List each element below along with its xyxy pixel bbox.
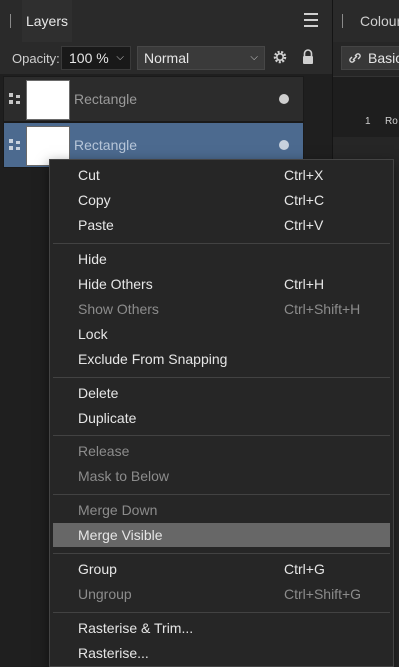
tab-layers-label: Layers — [25, 13, 69, 29]
menu-label: Show Others — [78, 301, 159, 317]
menu-separator — [53, 494, 390, 495]
lock-icon[interactable] — [301, 49, 315, 65]
menu-label: Mask to Below — [78, 468, 170, 484]
menu-item-ungroup: Ungroup Ctrl+Shift+G — [53, 582, 390, 606]
menu-shortcut: Ctrl+V — [284, 217, 324, 233]
basic-button[interactable]: Basic — [341, 46, 399, 70]
menu-item-paste[interactable]: Paste Ctrl+V — [53, 213, 390, 237]
basic-label: Basic — [368, 50, 399, 66]
menu-item-hide-others[interactable]: Hide Others Ctrl+H — [53, 272, 390, 296]
menu-item-duplicate[interactable]: Duplicate — [53, 406, 390, 430]
swatch-text: Ro — [385, 116, 398, 127]
layer-type-icon — [9, 139, 20, 150]
menu-label: Rasterise & Trim... — [78, 620, 194, 636]
panel-tab-bar: Layers Colour — [0, 0, 399, 43]
opacity-label: Opacity: — [12, 51, 60, 66]
menu-label: Rasterise... — [78, 645, 149, 661]
menu-item-rasterise[interactable]: Rasterise... — [53, 641, 390, 665]
menu-item-merge-down: Merge Down — [53, 498, 390, 522]
layers-toolbar: Opacity: 100 % ⌵ Normal ⌵ — [0, 42, 332, 74]
panel-divider — [332, 0, 333, 42]
tab-divider — [10, 14, 11, 28]
menu-item-delete[interactable]: Delete — [53, 381, 390, 405]
menu-label: Paste — [78, 217, 114, 233]
menu-label: Delete — [78, 385, 119, 401]
menu-label: Lock — [78, 326, 108, 342]
tab-colour[interactable]: Colour — [360, 13, 399, 29]
menu-label: Hide — [78, 251, 107, 267]
link-icon — [349, 53, 361, 63]
menu-shortcut: Ctrl+C — [284, 192, 325, 208]
menu-label: Group — [78, 561, 117, 577]
blend-mode-select[interactable]: Normal ⌵ — [137, 46, 265, 70]
menu-shortcut: Ctrl+H — [284, 276, 325, 292]
menu-shortcut: Ctrl+Shift+G — [284, 586, 362, 602]
context-menu: Cut Ctrl+X Copy Ctrl+C Paste Ctrl+V Hide Hi… — [49, 159, 394, 667]
menu-item-cut[interactable]: Cut Ctrl+X — [53, 163, 390, 187]
menu-label: Release — [78, 443, 130, 459]
menu-label: Ungroup — [78, 586, 132, 602]
menu-item-group[interactable]: Group Ctrl+G — [53, 557, 390, 581]
blend-mode-value: Normal — [144, 50, 190, 66]
menu-shortcut: Ctrl+X — [284, 167, 324, 183]
menu-item-release: Release — [53, 439, 390, 463]
menu-separator — [53, 377, 390, 378]
opacity-value: 100 % — [69, 50, 109, 66]
tab-layers[interactable]: Layers — [22, 0, 72, 42]
chevron-down-icon: ⌵ — [116, 52, 124, 63]
menu-shortcut: Ctrl+Shift+H — [284, 301, 361, 317]
menu-shortcut: Ctrl+G — [284, 561, 325, 577]
menu-label: Merge Down — [78, 502, 158, 518]
menu-item-show-others: Show Others Ctrl+Shift+H — [53, 297, 390, 321]
menu-item-merge-visible[interactable]: Merge Visible — [53, 523, 390, 547]
opacity-field[interactable]: 100 % ⌵ — [61, 46, 131, 70]
menu-item-exclude-snapping[interactable]: Exclude From Snapping — [53, 347, 390, 371]
menu-item-copy[interactable]: Copy Ctrl+C — [53, 188, 390, 212]
swatch-number: 1 — [365, 116, 371, 127]
menu-item-lock[interactable]: Lock — [53, 322, 390, 346]
layer-name: Rectangle — [74, 137, 138, 153]
gear-icon[interactable] — [272, 49, 288, 65]
layer-row[interactable]: Rectangle — [3, 76, 304, 122]
chevron-down-icon: ⌵ — [250, 52, 258, 63]
menu-label: Exclude From Snapping — [78, 351, 228, 367]
visibility-toggle[interactable] — [279, 140, 289, 150]
panel-menu-icon[interactable] — [304, 13, 318, 27]
menu-separator — [53, 435, 390, 436]
menu-separator — [53, 612, 390, 613]
tab-divider — [342, 14, 343, 28]
menu-separator — [53, 553, 390, 554]
menu-item-rasterise-trim[interactable]: Rasterise & Trim... — [53, 616, 390, 640]
menu-item-mask-to-below: Mask to Below — [53, 464, 390, 488]
menu-separator — [53, 243, 390, 244]
layer-thumbnail — [26, 80, 70, 120]
menu-label: Duplicate — [78, 410, 137, 426]
menu-label: Copy — [78, 192, 111, 208]
menu-item-hide[interactable]: Hide — [53, 247, 390, 271]
menu-label: Merge Visible — [78, 527, 163, 543]
layer-type-icon — [9, 93, 20, 104]
swatch-area[interactable] — [333, 76, 399, 137]
menu-label: Cut — [78, 167, 100, 183]
visibility-toggle[interactable] — [279, 94, 289, 104]
menu-label: Hide Others — [78, 276, 153, 292]
layer-name: Rectangle — [74, 91, 138, 107]
